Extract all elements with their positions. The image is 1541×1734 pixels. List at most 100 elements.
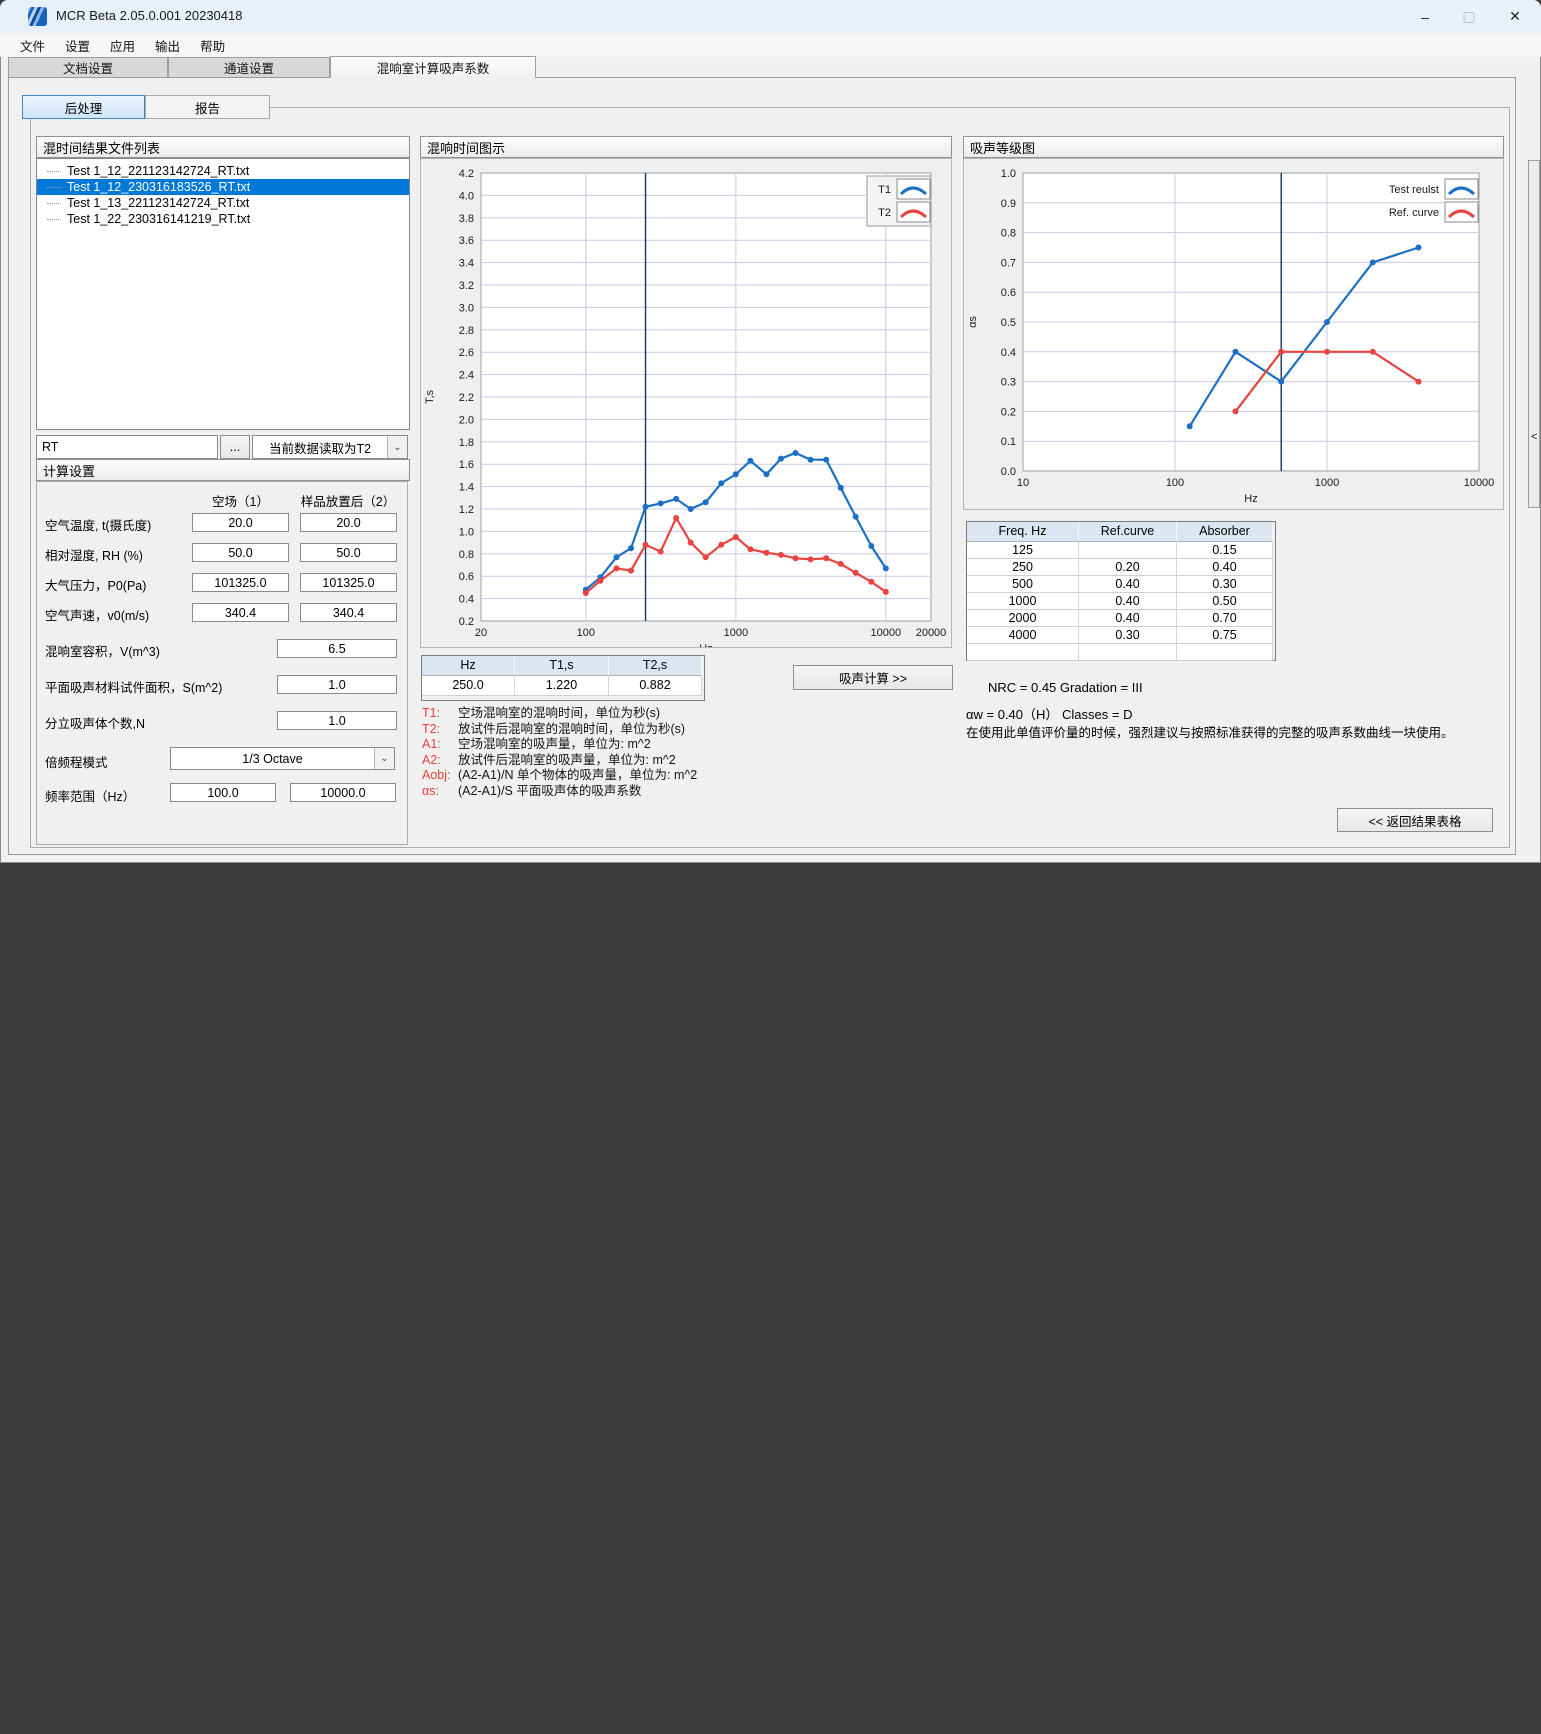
svg-text:1.2: 1.2 [459, 504, 474, 516]
freq-max-input[interactable]: 10000.0 [290, 783, 396, 802]
humidity-input-1[interactable]: 50.0 [192, 543, 289, 562]
definition-line: T1:空场混响室的混响时间，单位为秒(s) [422, 706, 697, 722]
close-icon: ✕ [1509, 8, 1521, 25]
pressure-input-2[interactable]: 101325.0 [300, 573, 397, 592]
sound-speed-input-2[interactable]: 340.4 [300, 603, 397, 622]
window-title: MCR Beta 2.05.0.001 20230418 [56, 8, 242, 23]
absorption-calc-button[interactable]: 吸声计算 >> [793, 665, 953, 690]
absorber-count-input[interactable]: 1.0 [277, 711, 397, 730]
cell-ref: 0.40 [1079, 593, 1177, 610]
svg-text:10: 10 [1017, 477, 1029, 489]
temperature-input-1[interactable]: 20.0 [192, 513, 289, 532]
svg-text:0.3: 0.3 [1001, 377, 1016, 389]
file-name: Test 1_12_221123142724_RT.txt [67, 163, 249, 179]
definition-line: Aobj:(A2-A1)/N 单个物体的吸声量，单位为: m^2 [422, 768, 697, 784]
table-row[interactable]: 1000 0.40 0.50 [967, 593, 1275, 610]
field-label-octave-mode: 倍频程模式 [45, 752, 108, 771]
cell-freq: 500 [967, 576, 1079, 593]
temperature-input-2[interactable]: 20.0 [300, 513, 397, 532]
cell-ref [1079, 542, 1177, 559]
cell-ref: 0.30 [1079, 627, 1177, 644]
list-item[interactable]: Test 1_22_230316141219_RT.txt [37, 211, 409, 227]
svg-text:4.0: 4.0 [459, 190, 474, 202]
file-name: Test 1_13_221123142724_RT.txt [67, 195, 249, 211]
minimize-icon: – [1421, 9, 1429, 25]
table-cell-hz[interactable]: 250.0 [422, 676, 515, 696]
rt-chart-panel: 0.20.40.60.81.01.21.41.61.82.02.22.42.62… [420, 158, 952, 648]
table-row[interactable]: 2000 0.40 0.70 [967, 610, 1275, 627]
field-label-sample-area: 平面吸声材料试件面积，S(m^2) [45, 677, 222, 696]
nrc-result-text: NRC = 0.45 Gradation = III [988, 680, 1143, 695]
room-volume-input[interactable]: 6.5 [277, 639, 397, 658]
list-item[interactable]: Test 1_13_221123142724_RT.txt [37, 195, 409, 211]
list-item-selected[interactable]: Test 1_12_230316183526_RT.txt [37, 179, 409, 195]
browse-button[interactable]: ... [220, 435, 250, 459]
freq-min-input[interactable]: 100.0 [170, 783, 276, 802]
cell-ref: 0.20 [1079, 559, 1177, 576]
humidity-input-2[interactable]: 50.0 [300, 543, 397, 562]
menu-bar: 文件 设置 应用 输出 帮助 [0, 33, 1541, 57]
list-item[interactable]: Test 1_12_221123142724_RT.txt [37, 163, 409, 179]
subtab-postprocess[interactable]: 后处理 [22, 95, 145, 119]
grade-chart-panel-header: 吸声等级图 [963, 136, 1504, 158]
cell-abs: 0.30 [1177, 576, 1273, 593]
chevron-down-icon[interactable]: ⌄ [387, 436, 407, 458]
svg-text:3.8: 3.8 [459, 213, 474, 225]
svg-text:0.8: 0.8 [1001, 228, 1016, 240]
grade-header-refcurve: Ref.curve [1079, 522, 1177, 542]
taskbar-strip [0, 1726, 1541, 1734]
table-row[interactable]: 250 0.20 0.40 [967, 559, 1275, 576]
table-row-empty [967, 644, 1275, 661]
menu-file[interactable]: 文件 [10, 34, 55, 57]
close-button[interactable]: ✕ [1492, 0, 1538, 33]
advice-text: 在使用此单值评价量的时候，强烈建议与按照标准获得的完整的吸声系数曲线一块使用。 [966, 722, 1454, 741]
calc-settings-header: 计算设置 [36, 459, 410, 481]
cell-abs: 0.70 [1177, 610, 1273, 627]
svg-text:20: 20 [475, 627, 487, 639]
svg-text:2.8: 2.8 [459, 325, 474, 337]
svg-text:0.1: 0.1 [1001, 436, 1016, 448]
definition-text: 放试件后混响室的吸声量，单位为: m^2 [458, 753, 676, 767]
tree-connector-icon [47, 202, 61, 204]
menu-application[interactable]: 应用 [100, 34, 145, 57]
table-row[interactable]: 500 0.40 0.30 [967, 576, 1275, 593]
svg-text:1000: 1000 [724, 627, 748, 639]
minimize-button[interactable]: – [1402, 0, 1448, 33]
cell-freq: 125 [967, 542, 1079, 559]
chevron-down-icon[interactable]: ⌄ [374, 748, 394, 769]
octave-mode-combobox[interactable]: 1/3 Octave ⌄ [170, 747, 395, 770]
definition-key: A2: [422, 753, 458, 769]
data-read-combobox[interactable]: 当前数据读取为T2 ⌄ [252, 435, 408, 459]
tab-document-settings[interactable]: 文档设置 [8, 57, 168, 77]
svg-text:3.4: 3.4 [459, 258, 474, 270]
sound-speed-input-1[interactable]: 340.4 [192, 603, 289, 622]
table-cell-t2[interactable]: 0.882 [609, 676, 702, 696]
definition-line: αs:(A2-A1)/S 平面吸声体的吸声系数 [422, 784, 697, 800]
svg-text:0.8: 0.8 [459, 549, 474, 561]
pressure-input-1[interactable]: 101325.0 [192, 573, 289, 592]
file-name: Test 1_22_230316141219_RT.txt [67, 211, 250, 227]
table-row[interactable]: 125 0.15 [967, 542, 1275, 559]
menu-settings[interactable]: 设置 [55, 34, 100, 57]
svg-text:1.0: 1.0 [1001, 168, 1016, 180]
cell-freq: 2000 [967, 610, 1079, 627]
svg-text:T2: T2 [878, 207, 891, 219]
sample-area-input[interactable]: 1.0 [277, 675, 397, 694]
maximize-button[interactable]: ▢ [1446, 0, 1492, 33]
cell-ref: 0.40 [1079, 576, 1177, 593]
tab-channel-settings[interactable]: 通道设置 [168, 57, 330, 77]
definition-key: T1: [422, 706, 458, 722]
rt-suffix-input[interactable]: RT [36, 435, 218, 459]
collapse-panel-handle[interactable]: < [1528, 160, 1540, 508]
table-row[interactable]: 4000 0.30 0.75 [967, 627, 1275, 644]
absorption-grade-chart: 0.00.10.20.30.40.50.60.70.80.91.01010010… [964, 159, 1503, 509]
tab-reverb-room-absorption[interactable]: 混响室计算吸声系数 [330, 56, 536, 78]
menu-help[interactable]: 帮助 [190, 34, 235, 57]
menu-output[interactable]: 输出 [145, 34, 190, 57]
back-to-results-button[interactable]: << 返回结果表格 [1337, 808, 1493, 832]
table-header-hz: Hz [422, 656, 515, 676]
cell-ref: 0.40 [1079, 610, 1177, 627]
table-cell-t1[interactable]: 1.220 [515, 676, 609, 696]
subtab-report[interactable]: 报告 [145, 95, 270, 119]
cell-freq: 1000 [967, 593, 1079, 610]
